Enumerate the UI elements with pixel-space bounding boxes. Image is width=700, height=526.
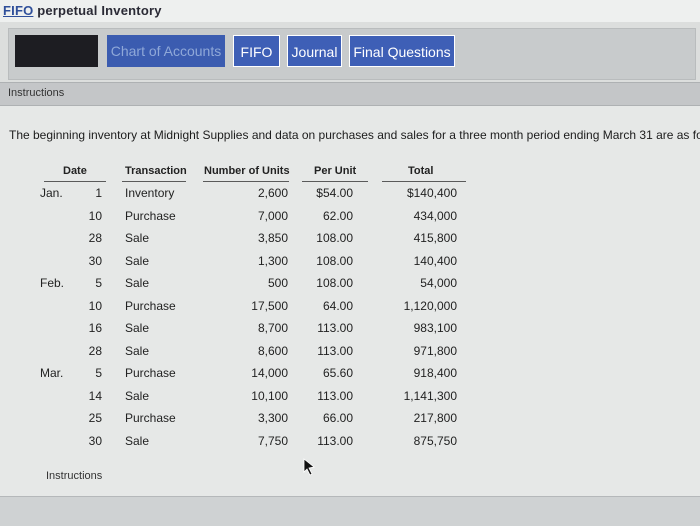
cell-per-unit: 113.00 — [317, 344, 353, 358]
footer-instructions-label: Instructions — [46, 470, 103, 482]
header-units: Number of Units — [204, 165, 290, 177]
bottom-bar — [0, 496, 700, 526]
cell-transaction: Sale — [125, 276, 150, 290]
cell-month: Jan. — [40, 186, 63, 200]
cell-units: 2,600 — [257, 186, 288, 200]
cell-transaction: Sale — [125, 231, 150, 245]
cell-day: 25 — [88, 411, 102, 425]
cell-per-unit: 108.00 — [316, 231, 353, 245]
cell-transaction: Purchase — [125, 411, 176, 425]
cell-day: 5 — [95, 276, 102, 290]
cell-transaction: Sale — [125, 434, 150, 448]
header-rule-transaction — [122, 181, 186, 182]
cell-units: 1,300 — [257, 254, 288, 268]
cell-day: 16 — [88, 321, 102, 335]
mouse-cursor-icon — [303, 458, 315, 476]
cell-total: 140,400 — [413, 254, 457, 268]
header-total: Total — [408, 165, 434, 177]
cell-total: 415,800 — [413, 231, 457, 245]
section-header[interactable]: Instructions — [0, 82, 700, 106]
cell-units: 14,000 — [251, 366, 288, 380]
app-title: FIFO perpetual Inventory — [3, 3, 162, 18]
cell-units: 7,750 — [257, 434, 288, 448]
cell-day: 30 — [88, 254, 102, 268]
cell-day: 14 — [88, 389, 102, 403]
cell-total: 875,750 — [413, 434, 457, 448]
cell-units: 10,100 — [251, 389, 288, 403]
tab-fifo[interactable]: FIFO — [233, 35, 280, 67]
cell-per-unit: 108.00 — [316, 254, 353, 268]
tab-final-questions[interactable]: Final Questions — [349, 35, 455, 67]
cell-units: 3,300 — [257, 411, 288, 425]
title-bar: FIFO perpetual Inventory — [0, 0, 700, 22]
cell-per-unit: 64.00 — [322, 299, 353, 313]
cell-per-unit: 113.00 — [317, 389, 353, 403]
header-rule-date — [44, 181, 106, 182]
cell-per-unit: $54.00 — [316, 186, 353, 200]
cell-day: 10 — [88, 299, 102, 313]
cell-total: 217,800 — [413, 411, 457, 425]
intro-text: The beginning inventory at Midnight Supp… — [9, 128, 700, 142]
cell-day: 1 — [95, 186, 102, 200]
cell-total: 918,400 — [413, 366, 457, 380]
cell-day: 28 — [88, 231, 102, 245]
cell-month: Mar. — [40, 366, 64, 380]
instructions-panel: The beginning inventory at Midnight Supp… — [0, 106, 700, 496]
cell-total: 1,141,300 — [403, 389, 457, 403]
cell-per-unit: 113.00 — [317, 434, 353, 448]
cell-units: 17,500 — [251, 299, 288, 313]
tab-journal[interactable]: Journal — [287, 35, 342, 67]
header-rule-total — [382, 181, 466, 182]
cell-per-unit: 65.60 — [322, 366, 353, 380]
cell-total: $140,400 — [406, 186, 457, 200]
cell-transaction: Inventory — [125, 186, 175, 200]
header-per-unit: Per Unit — [314, 165, 357, 177]
header-transaction: Transaction — [125, 165, 187, 177]
cell-per-unit: 66.00 — [322, 411, 353, 425]
app-title-prefix: FIFO — [3, 3, 34, 18]
header-date: Date — [63, 165, 87, 177]
cell-per-unit: 113.00 — [317, 321, 353, 335]
cell-total: 971,800 — [413, 344, 457, 358]
tab-blank[interactable] — [15, 35, 98, 67]
cell-transaction: Purchase — [125, 366, 176, 380]
cell-transaction: Sale — [125, 321, 150, 335]
header-rule-units — [203, 181, 289, 182]
cell-transaction: Purchase — [125, 209, 176, 223]
app-title-rest: perpetual Inventory — [33, 3, 162, 18]
cell-total: 54,000 — [420, 276, 457, 290]
cell-units: 500 — [267, 276, 288, 290]
cell-day: 5 — [95, 366, 102, 380]
cell-per-unit: 108.00 — [316, 276, 353, 290]
tab-chart-of-accounts[interactable]: Chart of Accounts — [107, 35, 225, 67]
cell-total: 434,000 — [413, 209, 457, 223]
cell-day: 10 — [88, 209, 102, 223]
cell-units: 3,850 — [257, 231, 288, 245]
cell-total: 1,120,000 — [403, 299, 457, 313]
cell-units: 7,000 — [257, 209, 288, 223]
cell-transaction: Purchase — [125, 299, 176, 313]
cell-day: 28 — [88, 344, 102, 358]
cell-per-unit: 62.00 — [322, 209, 353, 223]
cell-units: 8,600 — [257, 344, 288, 358]
cell-day: 30 — [88, 434, 102, 448]
tab-strip: Chart of Accounts FIFO Journal Final Que… — [8, 28, 696, 80]
cell-transaction: Sale — [125, 344, 150, 358]
cell-transaction: Sale — [125, 254, 150, 268]
cell-month: Feb. — [40, 276, 65, 290]
cell-total: 983,100 — [413, 321, 457, 335]
header-rule-per-unit — [302, 181, 368, 182]
cell-transaction: Sale — [125, 389, 150, 403]
cell-units: 8,700 — [257, 321, 288, 335]
section-label: Instructions — [8, 87, 65, 99]
